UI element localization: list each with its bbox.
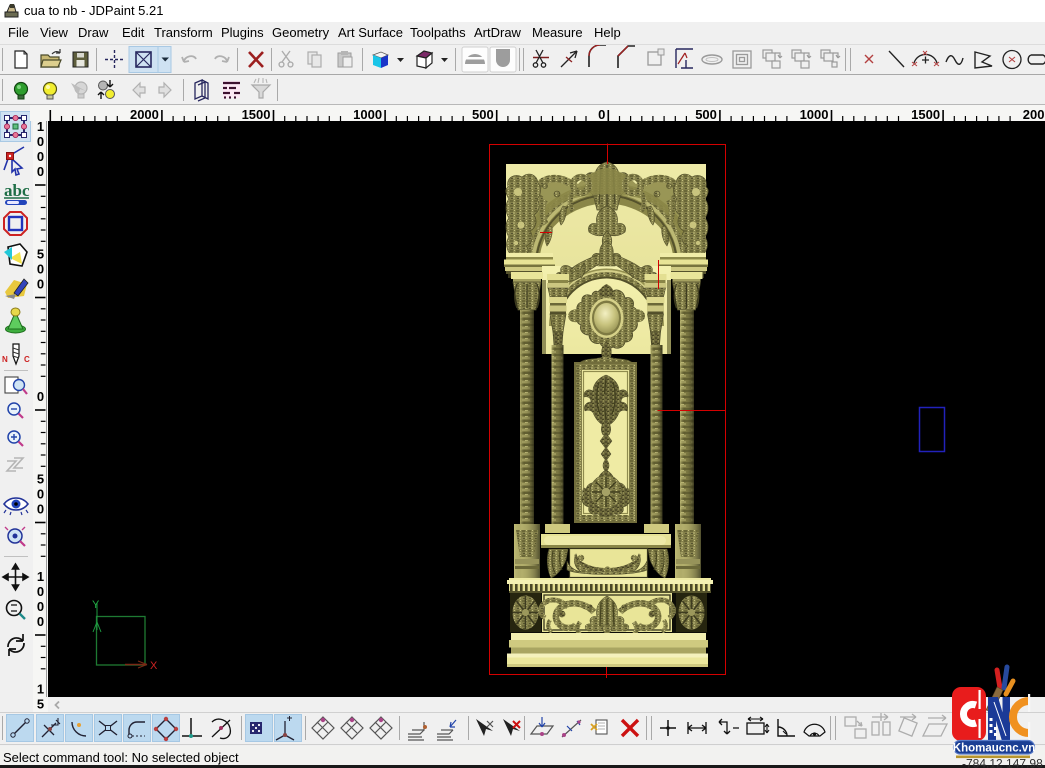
svg-text:2000: 2000 [1023,107,1045,121]
svg-text:1: 1 [37,682,44,697]
svg-text:0: 0 [37,614,44,629]
svg-text:-784.12 147.98: -784.12 147.98 [962,757,1043,768]
svg-text:5: 5 [37,472,44,487]
svg-text:N: N [2,355,8,364]
svg-text:2000: 2000 [130,107,159,121]
svg-text:5: 5 [37,247,44,262]
svg-text:1500: 1500 [911,107,940,121]
svg-text:1: 1 [37,569,44,584]
svg-text:0: 0 [37,164,44,179]
svg-text:0: 0 [37,599,44,614]
svg-text:0: 0 [37,502,44,517]
svg-text:500: 500 [695,107,717,121]
svg-text:Y: Y [92,599,100,611]
svg-text:0: 0 [37,584,44,599]
svg-text:1000: 1000 [353,107,382,121]
svg-text:1: 1 [37,121,44,134]
svg-text:5: 5 [37,697,44,712]
svg-text:0: 0 [37,134,44,149]
svg-text:0: 0 [598,107,605,121]
svg-text:X: X [150,660,158,672]
svg-text:0: 0 [37,487,44,502]
svg-text:Khomaucnc.vn: Khomaucnc.vn [953,743,1035,755]
svg-text:0: 0 [37,389,44,404]
svg-text:1000: 1000 [800,107,829,121]
svg-text:1500: 1500 [242,107,271,121]
svg-text:abc: abc [4,181,30,200]
svg-text:0: 0 [37,149,44,164]
svg-text:500: 500 [472,107,494,121]
svg-text:0: 0 [37,262,44,277]
svg-text:0: 0 [37,277,44,292]
svg-text:C: C [24,355,30,364]
